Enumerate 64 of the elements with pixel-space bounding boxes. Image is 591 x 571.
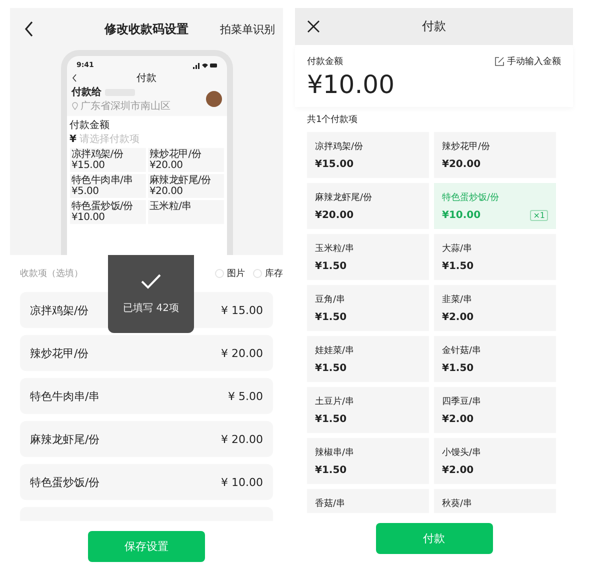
amount-label: 付款金额 bbox=[70, 118, 110, 132]
item-name: 四季豆/串 bbox=[442, 396, 482, 408]
item-price: ¥20.00 bbox=[442, 159, 481, 170]
item-name: 特色蛋炒饭/份 bbox=[30, 474, 100, 490]
item-price: ¥2.00 bbox=[442, 465, 474, 476]
item-price: ¥15.00 bbox=[72, 160, 106, 171]
item-price: ¥1.50 bbox=[315, 363, 347, 374]
item-price: ¥2.00 bbox=[442, 312, 474, 323]
section-label: 收款项（选填） bbox=[20, 268, 83, 280]
item-name: 玉米粒/串 bbox=[315, 242, 356, 255]
item-price: ¥ 5.00 bbox=[228, 390, 263, 402]
item-name: 秋葵/串 bbox=[442, 498, 474, 510]
item-name: 娃娃菜/串 bbox=[315, 344, 356, 357]
item-name: 特色蛋炒饭/份 bbox=[72, 201, 134, 212]
item-price: ¥20.00 bbox=[150, 160, 184, 171]
item-price: ¥1.50 bbox=[315, 312, 347, 323]
item-price: ¥1.50 bbox=[442, 363, 474, 374]
item-price: ¥1.50 bbox=[315, 414, 347, 425]
item-name: 辣炒花甲/份 bbox=[150, 149, 202, 160]
preview-title: 付款 bbox=[136, 72, 156, 84]
item-name: 辣炒花甲/份 bbox=[442, 140, 492, 153]
item-price: ¥20.00 bbox=[315, 210, 354, 221]
payee-label: 付款给 bbox=[72, 86, 102, 99]
toast-message: 已填写 42项 bbox=[123, 302, 179, 314]
item-name: 麻辣龙虾尾/份 bbox=[315, 192, 374, 204]
item-name: 小馒头/串 bbox=[442, 446, 482, 459]
quantity-badge: ×1 bbox=[530, 210, 548, 221]
amount-field: ¥ 请选择付款项 bbox=[70, 132, 224, 146]
item-name: 特色蛋炒饭/份 bbox=[442, 192, 500, 204]
item-name: 土豆片/串 bbox=[315, 396, 356, 408]
item-name: 豆角/串 bbox=[315, 294, 346, 306]
item-name: 金针菇/串 bbox=[442, 344, 482, 357]
item-price: ¥1.50 bbox=[442, 261, 474, 272]
item-name: 凉拌鸡架/份 bbox=[315, 140, 364, 153]
item-price: ¥ 20.00 bbox=[221, 346, 263, 360]
page-title: 付款 bbox=[422, 18, 446, 35]
item-price: ¥ 20.00 bbox=[221, 432, 263, 446]
item-name: 香菇/串 bbox=[315, 498, 346, 510]
item-name: 辣椒串/串 bbox=[315, 446, 356, 459]
item-name: 玉米粒/串 bbox=[150, 201, 192, 212]
item-price: ¥ 15.00 bbox=[221, 304, 263, 316]
item-price: ¥20.00 bbox=[150, 186, 184, 197]
item-name: 凉拌鸡架/份 bbox=[72, 149, 124, 160]
item-price: ¥10.00 bbox=[72, 212, 106, 223]
item-price: ¥5.00 bbox=[72, 186, 100, 197]
item-name: 特色牛肉串/串 bbox=[30, 388, 100, 404]
item-name: 韭菜/串 bbox=[442, 294, 474, 306]
item-count: 共1个付款项 bbox=[306, 114, 359, 127]
item-name: 辣炒花甲/份 bbox=[30, 346, 89, 360]
item-name: 大蒜/串 bbox=[442, 242, 474, 255]
amount-value: ¥10.00 bbox=[307, 70, 394, 99]
item-price: ¥10.00 bbox=[442, 210, 481, 221]
item-price: ¥1.50 bbox=[315, 261, 347, 272]
item-name: 特色牛肉串/串 bbox=[72, 175, 134, 186]
payee-address: 广东省深圳市南山区 bbox=[80, 100, 170, 113]
item-name: 麻辣龙虾尾/份 bbox=[30, 432, 100, 446]
item-name: 凉拌鸡架/份 bbox=[30, 302, 89, 318]
item-price: ¥15.00 bbox=[315, 159, 354, 170]
item-price: ¥ 10.00 bbox=[221, 476, 263, 488]
item-name: 麻辣龙虾尾/份 bbox=[150, 175, 212, 186]
item-price: ¥1.50 bbox=[315, 465, 347, 476]
amount-label: 付款金额 bbox=[307, 56, 343, 68]
page-title: 修改收款码设置 bbox=[104, 20, 188, 38]
item-price: ¥2.00 bbox=[442, 414, 474, 425]
